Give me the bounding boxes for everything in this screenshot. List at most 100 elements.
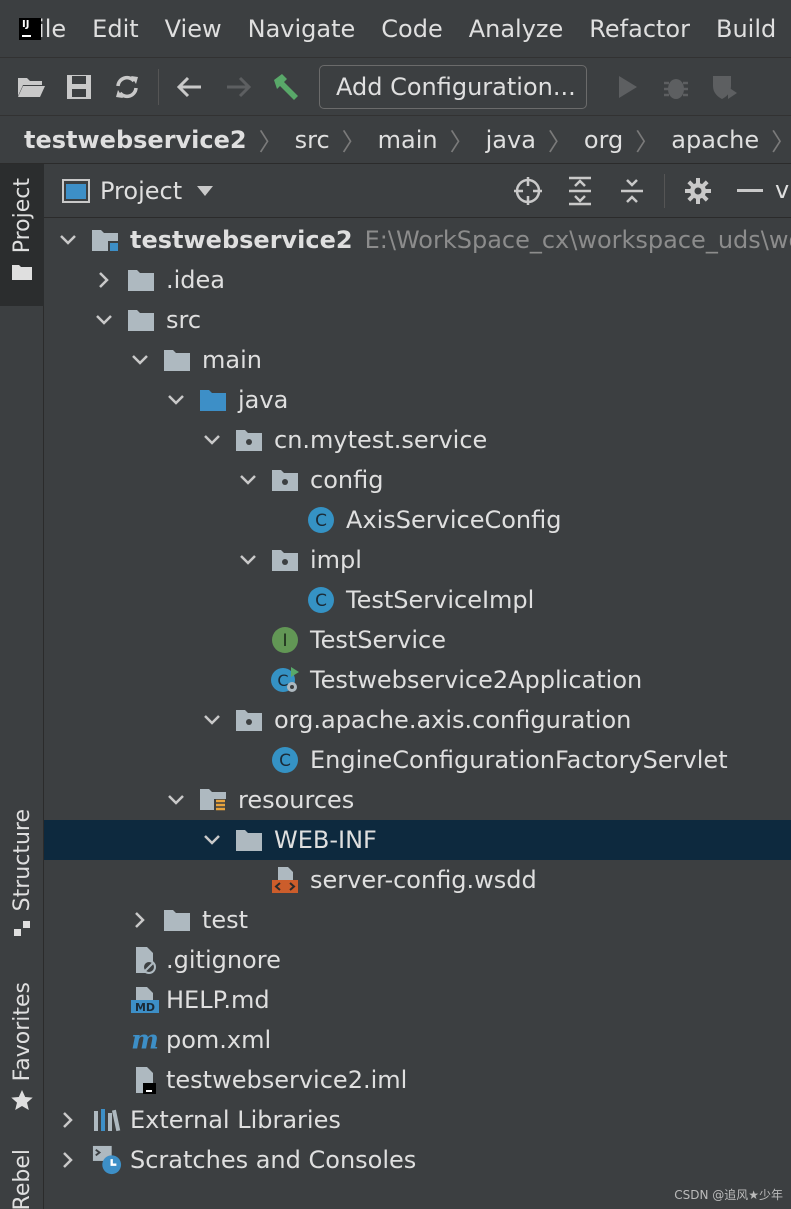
save-icon[interactable] [62,70,96,104]
tree-label: test [202,906,249,934]
tree-label: Scratches and Consoles [130,1146,417,1174]
menu-analyze[interactable]: Analyze [469,15,564,43]
open-folder-icon[interactable] [14,70,48,104]
tree-label: .idea [166,266,226,294]
chevron-down-icon[interactable] [58,230,78,250]
coverage-shield-icon[interactable] [707,70,741,104]
tree-row-pom[interactable]: m pom.xml [44,1020,791,1060]
tree-row-config[interactable]: config [44,460,791,500]
java-interface-icon: I [270,625,300,655]
locate-crosshair-icon[interactable] [512,175,544,207]
tree-row-package-service[interactable]: cn.mytest.service [44,420,791,460]
tree-row-external-libraries[interactable]: External Libraries [44,1100,791,1140]
tree-label: AxisServiceConfig [346,506,562,534]
spring-boot-application-icon: C [270,665,300,695]
breadcrumb-item-project[interactable]: testwebservice2 [24,126,247,154]
minimize-icon[interactable] [734,175,766,207]
tree-row-gitignore[interactable]: .gitignore [44,940,791,980]
menu-code[interactable]: Code [381,15,442,43]
chevron-down-icon[interactable] [202,830,222,850]
menu-navigate[interactable]: Navigate [248,15,356,43]
chevron-right-icon[interactable] [58,1150,78,1170]
tree-row-java[interactable]: java [44,380,791,420]
breadcrumb-chevron-icon: 〉 [771,122,791,157]
menu-view[interactable]: View [165,15,222,43]
chevron-down-icon[interactable] [130,350,150,370]
menu-edit[interactable]: Edit [92,15,138,43]
side-tab-rebel[interactable]: Rebel [0,1149,44,1209]
folder-icon [234,825,264,855]
chevron-down-icon[interactable] [202,710,222,730]
breadcrumb-item-org[interactable]: org [584,126,623,154]
chevron-down-icon[interactable] [94,310,114,330]
forward-arrow-icon[interactable] [221,70,255,104]
add-configuration-button[interactable]: Add Configuration... [319,64,587,109]
breadcrumb-chevron-icon: 〉 [547,128,572,156]
tree-row-application[interactable]: C Testwebservice2Application [44,660,791,700]
tree-row-root[interactable]: testwebservice2 E:\WorkSpace_cx\workspace… [44,220,791,260]
module-file-icon [130,1065,160,1095]
tree-row-test-service[interactable]: I TestService [44,620,791,660]
java-class-icon: C [306,585,336,615]
tree-label: resources [238,786,355,814]
project-panel-title[interactable]: Project [100,177,182,205]
tree-row-scratches[interactable]: Scratches and Consoles [44,1140,791,1180]
chevron-right-icon[interactable] [130,910,150,930]
header-separator [664,174,665,208]
breadcrumb-item-apache[interactable]: apache [671,126,759,154]
chevron-right-icon[interactable] [94,270,114,290]
tree-row-engine-servlet[interactable]: C EngineConfigurationFactoryServlet [44,740,791,780]
collapse-all-icon[interactable] [616,175,648,207]
tree-row-iml[interactable]: testwebservice2.iml [44,1060,791,1100]
tree-row-package-axis[interactable]: org.apache.axis.configuration [44,700,791,740]
libraries-icon [92,1105,122,1135]
build-hammer-icon[interactable] [269,70,303,104]
menu-refactor[interactable]: Refactor [589,15,690,43]
tree-row-resources[interactable]: resources [44,780,791,820]
menu-build[interactable]: Build [716,15,776,43]
project-view-icon [62,178,90,203]
chevron-down-icon[interactable] [202,430,222,450]
tree-row-axis-service-config[interactable]: C AxisServiceConfig [44,500,791,540]
tree-row-impl[interactable]: impl [44,540,791,580]
side-tab-project-label: Project [9,178,35,254]
tree-row-main[interactable]: main [44,340,791,380]
tree-row-help-md[interactable]: MD HELP.md [44,980,791,1020]
gear-icon[interactable] [682,175,714,207]
source-folder-icon [198,385,228,415]
side-tab-project[interactable]: Project [0,164,44,306]
breadcrumb: testwebservice2 〉 src 〉 main 〉 java 〉 or… [0,116,791,164]
dropdown-chevron-icon[interactable] [196,185,214,197]
side-tab-structure[interactable]: Structure [0,809,44,944]
tree-row-test-service-impl[interactable]: C TestServiceImpl [44,580,791,620]
project-panel-header: Project vi [44,164,791,218]
tree-label: main [202,346,262,374]
breadcrumb-item-src[interactable]: src [295,126,330,154]
tree-label: .gitignore [166,946,281,974]
chevron-down-icon[interactable] [238,470,258,490]
tree-label: java [238,386,289,414]
chevron-down-icon[interactable] [238,550,258,570]
chevron-down-icon[interactable] [166,390,186,410]
tree-row-web-inf[interactable]: WEB-INF [44,820,791,860]
back-arrow-icon[interactable] [173,70,207,104]
tree-label: pom.xml [166,1026,272,1054]
side-tab-favorites[interactable]: Favorites [0,982,44,1117]
sync-icon[interactable] [110,70,144,104]
chevron-right-icon[interactable] [58,1110,78,1130]
ignore-file-icon [130,945,160,975]
tree-label: testwebservice2 E:\WorkSpace_cx\workspace… [130,226,791,254]
tree-row-server-config[interactable]: server-config.wsdd [44,860,791,900]
breadcrumb-item-java[interactable]: java [486,126,536,154]
tree-label: WEB-INF [274,826,377,854]
tree-row-test[interactable]: test [44,900,791,940]
expand-all-icon[interactable] [564,175,596,207]
tree-label: TestService [310,626,446,654]
tree-root-path: E:\WorkSpace_cx\workspace_uds\work [364,226,791,254]
run-icon[interactable] [611,70,645,104]
breadcrumb-item-main[interactable]: main [378,126,438,154]
debug-bug-icon[interactable] [659,70,693,104]
tree-row-idea[interactable]: .idea [44,260,791,300]
chevron-down-icon[interactable] [166,790,186,810]
tree-row-src[interactable]: src [44,300,791,340]
